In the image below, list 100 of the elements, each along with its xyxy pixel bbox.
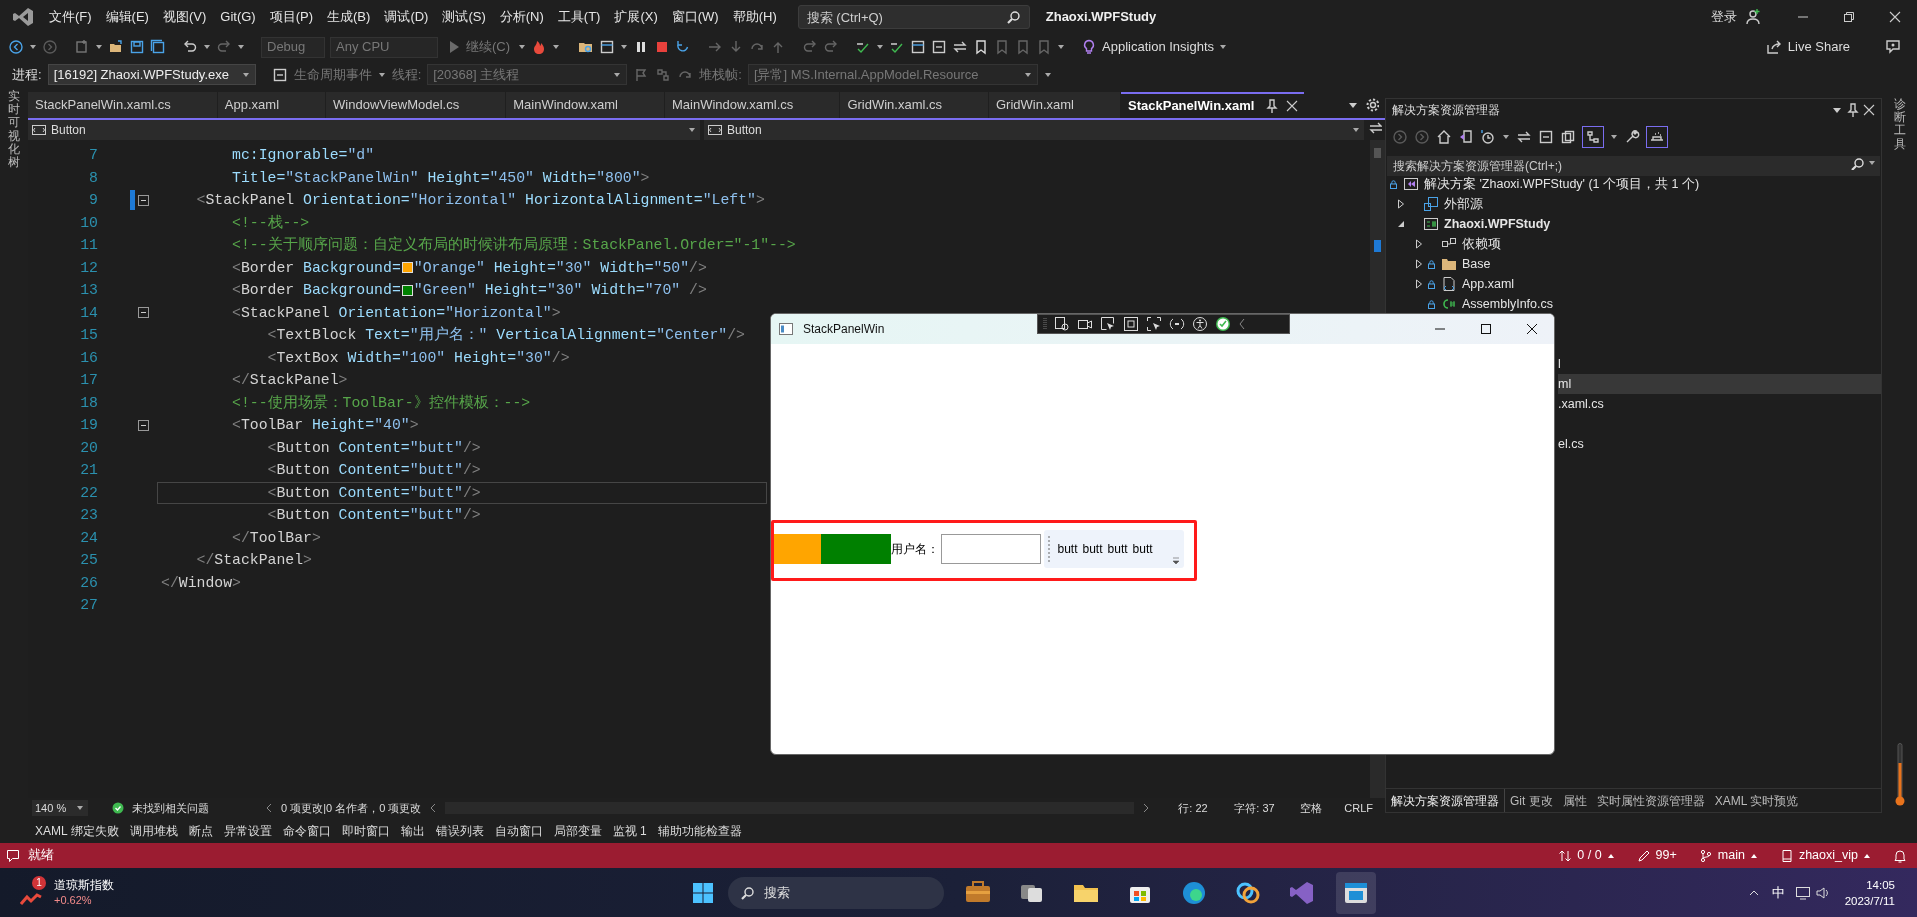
sign-in-link[interactable]: 登录: [1711, 6, 1737, 27]
search-icon[interactable]: [1005, 8, 1022, 25]
menu-item[interactable]: 分析(N): [492, 2, 551, 31]
tool-window-tab[interactable]: 调用堆栈: [124, 821, 183, 840]
changes-status[interactable]: 0 项更改|0 名作者，0 项更改: [281, 799, 422, 817]
fold-toggle-icon[interactable]: [138, 419, 149, 431]
fold-toggle-icon[interactable]: [138, 194, 149, 206]
wrench-icon[interactable]: [1624, 129, 1640, 145]
toolbar-button[interactable]: butt: [1105, 538, 1131, 560]
forward-icon[interactable]: [42, 39, 58, 55]
speaker-icon[interactable]: [1814, 884, 1831, 901]
menu-item[interactable]: 窗口(W): [664, 2, 726, 31]
collapse-icon[interactable]: [1238, 318, 1246, 330]
continue-button[interactable]: 继续(C): [443, 37, 514, 57]
menu-item[interactable]: 调试(D): [377, 2, 436, 31]
changes-count[interactable]: 99+: [1636, 846, 1677, 865]
start-icon[interactable]: [692, 881, 714, 904]
tree-item-label[interactable]: App.xaml: [1462, 274, 1515, 294]
save-icon[interactable]: [129, 39, 145, 55]
copies-icon[interactable]: [1560, 129, 1576, 145]
tree-item-label[interactable]: .xaml.cs: [1558, 394, 1604, 414]
notification-icon[interactable]: [6, 848, 20, 863]
tree-item-label[interactable]: l: [1558, 354, 1561, 374]
check-icon[interactable]: [1215, 316, 1231, 332]
search-field[interactable]: 搜索解决方案资源管理器(Ctrl+;): [1387, 156, 1880, 176]
toolbar-button[interactable]: butt: [1130, 538, 1156, 560]
split-icon[interactable]: [1368, 120, 1382, 136]
menu-item[interactable]: Git(G): [213, 2, 263, 31]
scroll-right-icon[interactable]: [1142, 803, 1151, 813]
collapse-all-icon[interactable]: [1538, 129, 1554, 145]
member-dropdown[interactable]: Button: [28, 120, 700, 140]
tree-item-label[interactable]: 解决方案 'Zhaoxi.WPFStudy' (1 个项目，共 1 个): [1424, 174, 1700, 194]
collapsed-arrow-icon[interactable]: [1414, 259, 1424, 269]
binding-icon[interactable]: [1169, 316, 1185, 332]
layout-icon[interactable]: [599, 39, 616, 55]
tool-window-tab[interactable]: XAML 绑定失败: [30, 821, 124, 840]
column-indicator[interactable]: 字符: 37: [1234, 799, 1293, 817]
lifecycle-events-button[interactable]: 生命周期事件: [293, 64, 372, 85]
document-tab[interactable]: GridWin.xaml.cs: [840, 92, 989, 118]
toolbar-button[interactable]: butt: [1055, 538, 1080, 560]
process-dropdown[interactable]: [16192] Zhaoxi.WPFStudy.exe: [47, 64, 256, 85]
tool-window-tab[interactable]: 局部变量: [548, 821, 607, 840]
tree-view-button[interactable]: [1582, 126, 1604, 148]
side-panel-tab[interactable]: 诊断工具: [1893, 98, 1906, 151]
close-icon[interactable]: [1861, 102, 1875, 118]
tree-item-label[interactable]: 外部源: [1444, 194, 1483, 214]
layout-icon[interactable]: [910, 39, 927, 55]
toolbar-grip-icon[interactable]: [1047, 535, 1051, 563]
document-tab[interactable]: StackPanelWin.xaml.cs: [28, 92, 218, 118]
search-field[interactable]: 搜索: [728, 876, 944, 909]
bell-icon[interactable]: [1893, 848, 1907, 863]
history-icon[interactable]: [1480, 129, 1496, 145]
collapsed-arrow-icon[interactable]: [1414, 279, 1424, 289]
document-tab[interactable]: WindowViewModel.cs: [326, 92, 507, 118]
document-tab[interactable]: App.xaml: [217, 92, 327, 118]
sync-status[interactable]: 0 / 0: [1558, 846, 1615, 865]
insights-button[interactable]: Application Insights: [1081, 37, 1215, 57]
line-ending-indicator[interactable]: CRLF: [1344, 799, 1373, 817]
accessibility-icon[interactable]: [1192, 316, 1208, 332]
redo-icon[interactable]: [216, 39, 232, 55]
menu-item[interactable]: 视图(V): [155, 2, 214, 31]
open-folder-icon[interactable]: [108, 39, 124, 55]
toolbar-button[interactable]: butt: [1080, 538, 1106, 560]
live-tree-icon[interactable]: [1054, 316, 1070, 332]
settings-icon[interactable]: [1365, 97, 1379, 113]
tool-window-tab[interactable]: 自动窗口: [489, 821, 548, 840]
close-icon[interactable]: [1524, 321, 1540, 337]
tree-item-label[interactable]: Base: [1462, 254, 1491, 274]
grip-icon[interactable]: [1043, 317, 1047, 331]
panel-tab[interactable]: 属性: [1557, 789, 1592, 812]
live-share-button[interactable]: Live Share: [1765, 37, 1850, 57]
widget-title[interactable]: 道琼斯指数: [54, 877, 114, 893]
tree-item-label[interactable]: el.cs: [1558, 434, 1584, 454]
search-field[interactable]: 搜索 (Ctrl+Q): [797, 5, 1030, 29]
tool-window-tab[interactable]: 即时窗口: [336, 821, 395, 840]
member-dropdown[interactable]: Button: [704, 120, 1364, 140]
menu-item[interactable]: 扩展(X): [607, 2, 665, 31]
threads-icon[interactable]: [655, 66, 672, 83]
issues-status[interactable]: 未找到相关问题: [132, 799, 209, 817]
tool-window-tab[interactable]: 辅助功能检查器: [652, 821, 747, 840]
document-tab[interactable]: MainWindow.xaml: [506, 92, 665, 118]
clock-date[interactable]: 2023/7/11: [1844, 892, 1895, 909]
account-icon[interactable]: [1745, 8, 1761, 25]
share-icon[interactable]: [1765, 39, 1782, 55]
menu-item[interactable]: 编辑(E): [98, 2, 156, 31]
switch-views-icon[interactable]: [1458, 129, 1474, 145]
save-all-icon[interactable]: [150, 39, 166, 55]
collapsed-arrow-icon[interactable]: [1414, 239, 1424, 249]
tree-item-label[interactable]: 依赖项: [1462, 234, 1501, 254]
menu-item[interactable]: 生成(B): [320, 2, 378, 31]
clock-time[interactable]: 14:05: [1866, 876, 1895, 893]
overflow-icon[interactable]: [1172, 557, 1180, 565]
panel-tab[interactable]: 实时属性资源管理器: [1591, 789, 1710, 812]
feedback-icon[interactable]: [1885, 39, 1901, 55]
document-tab[interactable]: MainWindow.xaml.cs: [665, 92, 841, 118]
expanded-arrow-icon[interactable]: [1396, 219, 1406, 229]
panel-tab[interactable]: XAML 实时预览: [1709, 789, 1804, 812]
scroll-left-icon[interactable]: [429, 803, 438, 813]
fold-toggle-icon[interactable]: [138, 307, 149, 319]
tool-window-tab[interactable]: 错误列表: [430, 821, 489, 840]
